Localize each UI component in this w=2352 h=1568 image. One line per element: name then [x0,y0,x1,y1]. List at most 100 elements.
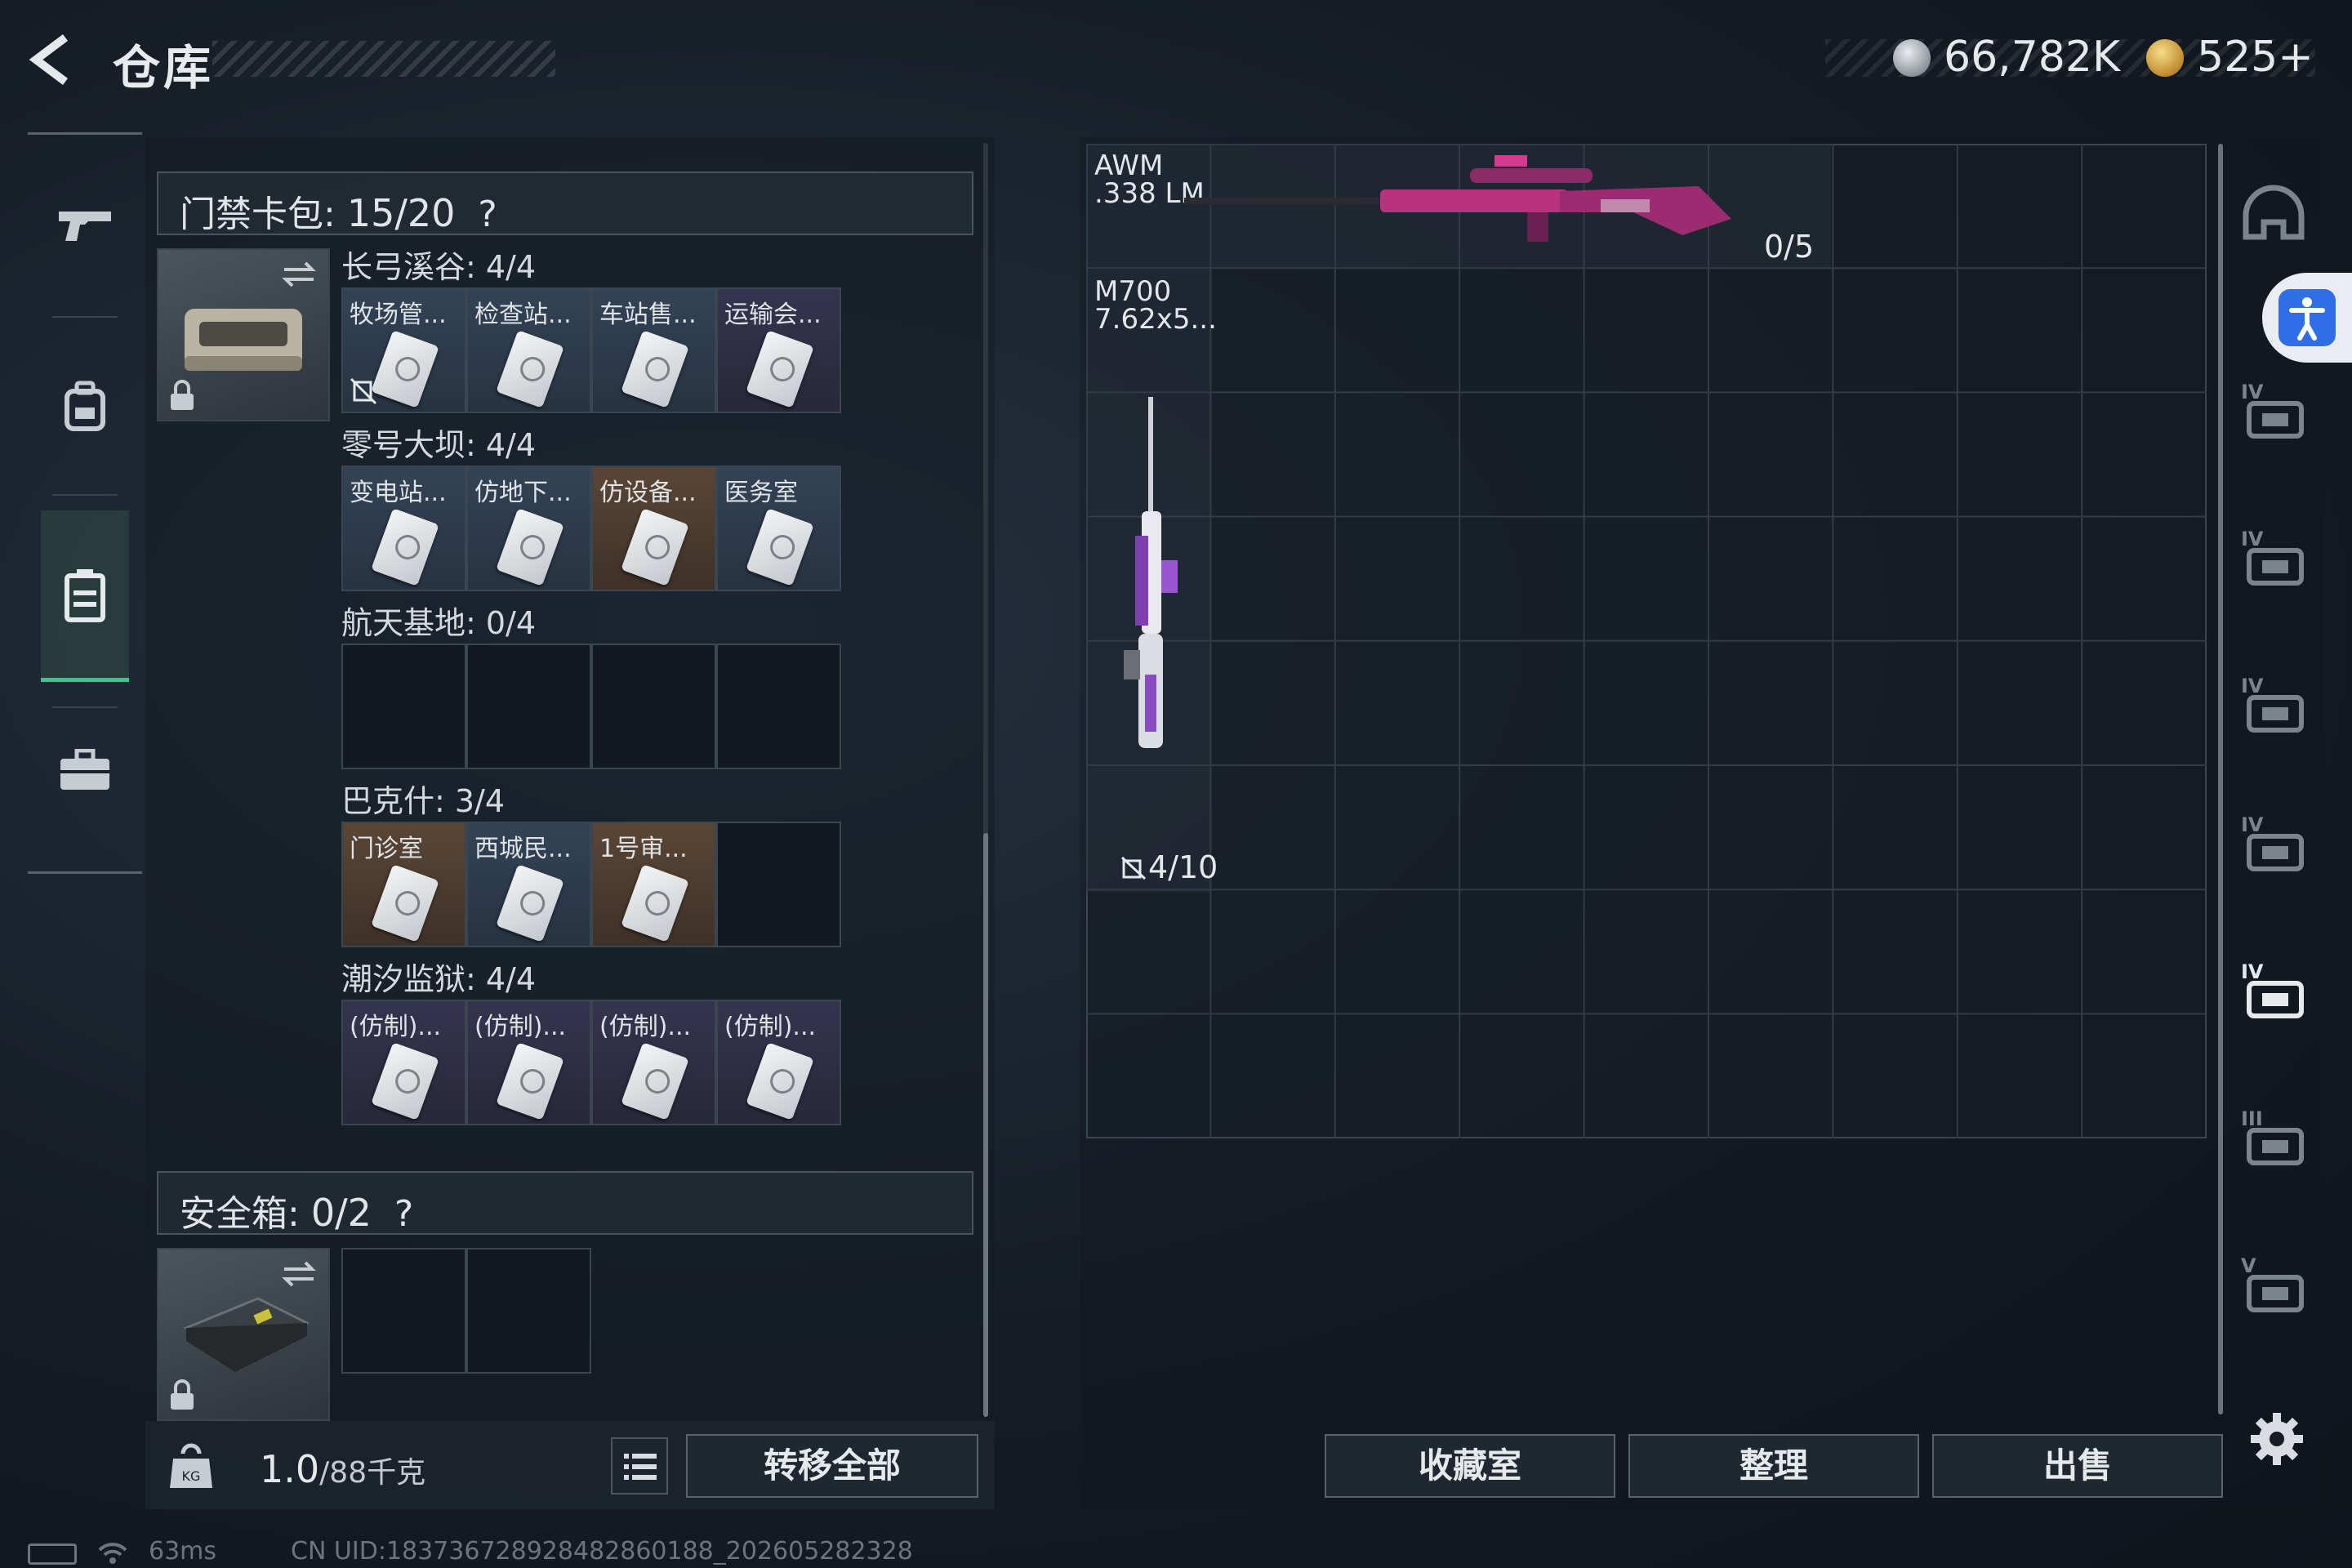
keycard-group-label: 潮汐监狱: 4/4 [341,961,537,997]
rifle-iv-icon[interactable]: IV [2234,956,2313,1034]
storage-grid-lines [1086,144,2207,1138]
keycard-slot[interactable]: (仿制)... [466,1000,591,1125]
keycard-slot-row [341,644,841,769]
keycard-slot[interactable]: 仿地下... [466,466,591,591]
uid-text: CN UID:18373672892848286018​8_2026052823… [291,1537,913,1566]
keycard-group-label: 长弓溪谷: 4/4 [341,249,537,285]
keycard-slot[interactable]: 车站售... [591,287,716,413]
keycard-slot-row: 门诊室 西城民... 1号审... [341,822,841,947]
safe-box-header: 安全箱: 0/2 ? [157,1171,973,1235]
keycard-pack-header: 门禁卡包: 15/20 ? [157,172,973,235]
safe-box-item[interactable] [157,1248,330,1421]
keycard-group-label: 巴克什: 3/4 [341,783,506,819]
empty-keycard-slot[interactable] [341,644,466,769]
organize-button[interactable]: 整理 [1628,1434,1919,1498]
kg-weight-icon: KG [170,1443,212,1488]
tier-label: IV [2241,813,2264,836]
keycard-icon [621,330,689,408]
armor-iv-icon-1[interactable]: IV [2234,376,2313,454]
keycard-name: 门诊室 [350,835,423,863]
safe-box-slot[interactable] [341,1248,466,1374]
keycard-slot-row: 变电站... 仿地下... 仿设备... 医务室 [341,466,841,591]
keycard-name: (仿制)... [350,1013,442,1041]
keycard-name: (仿制)... [474,1013,567,1041]
back-arrow-icon[interactable] [24,31,82,88]
keycard-icon [746,1042,814,1120]
toolbox-icon[interactable] [59,749,111,791]
keycard-name: 医务室 [724,479,798,507]
keycard-slot[interactable]: (仿制)... [716,1000,841,1125]
tier-label: IV [2241,675,2264,697]
awm-rifle-image [1184,155,1731,242]
sell-button[interactable]: 出售 [1932,1434,2223,1498]
weight-value: 1.0/88千克 [260,1447,426,1491]
left-scrollbar-thumb[interactable] [983,833,988,1417]
nav-divider [52,316,118,318]
keycard-slot[interactable]: 变电站... [341,466,466,591]
keycard-name: 运输会... [724,301,822,329]
chest-rig-iv-icon-1[interactable]: IV [2234,670,2313,748]
right-scrollbar[interactable] [2218,144,2223,1414]
empty-keycard-slot[interactable] [716,822,841,947]
rifle-iii-icon[interactable]: III [2234,1102,2313,1181]
page-title: 仓库 [113,40,215,96]
empty-keycard-slot[interactable] [466,644,591,769]
m700-rifle-image [1124,397,1178,748]
collection-room-button[interactable]: 收藏室 [1325,1434,1615,1498]
keycard-slot[interactable]: 门诊室 [341,822,466,947]
empty-keycard-slot[interactable] [716,644,841,769]
ping-text: 63ms [149,1537,217,1566]
transfer-all-button[interactable]: 转移全部 [686,1434,978,1498]
accessibility-icon[interactable] [2278,289,2336,346]
no-key-icon [350,377,377,405]
keycard-pack-help[interactable]: ? [478,194,497,235]
keycard-name: 仿地下... [474,479,572,507]
nav-divider [52,706,118,708]
category-nav [28,132,142,874]
device-v-icon[interactable]: V [2234,1250,2313,1328]
keycard-slot[interactable]: 西城民... [466,822,591,947]
safe-box-help[interactable]: ? [394,1193,413,1235]
keycard-slot[interactable]: 仿设备... [591,466,716,591]
title-decoration [212,41,555,77]
backpack-icon[interactable] [60,380,109,432]
chest-rig-iv-icon-2[interactable]: IV [2234,808,2313,887]
keycard-name: 仿设备... [599,479,697,507]
list-view-button[interactable] [611,1437,668,1494]
keycard-pack-item[interactable] [157,248,330,421]
keycard-icon [621,1042,689,1120]
keycard-slot[interactable]: 运输会... [716,287,841,413]
safe-box-slot[interactable] [466,1248,591,1374]
swap-icon[interactable] [279,1258,318,1290]
helmet-icon[interactable] [2234,180,2313,258]
keycard-slot[interactable]: 检查站... [466,287,591,413]
swap-icon[interactable] [279,258,318,291]
keycard-icon [746,330,814,408]
safe-box-image [183,1297,310,1372]
safe-box-label: 安全箱: [180,1193,300,1235]
keycard-slot[interactable]: (仿制)... [591,1000,716,1125]
keycard-name: 1号审... [599,835,688,863]
keycard-name: (仿制)... [724,1013,817,1041]
wifi-icon [98,1543,127,1564]
keycard-slot[interactable]: 医务室 [716,466,841,591]
keycard-slot[interactable]: (仿制)... [341,1000,466,1125]
gold-currency-value[interactable]: 525+ [2197,33,2314,82]
keycard-slot-row: (仿制)... (仿制)... (仿制)... (仿制)... [341,1000,841,1125]
armor-iv-icon-2[interactable]: IV [2234,523,2313,601]
safe-box-count: 0/2 [310,1191,372,1235]
empty-keycard-slot[interactable] [591,644,716,769]
silver-coin-icon [1893,39,1931,77]
keycard-icon [371,330,439,408]
tier-label: IV [2241,960,2264,983]
case-icon[interactable] [64,568,106,623]
keycard-pack-label: 门禁卡包: [180,194,336,235]
keycard-slot[interactable]: 1号审... [591,822,716,947]
keycard-icon [496,330,564,408]
settings-gear-icon[interactable] [2247,1410,2306,1468]
tier-label: V [2241,1254,2256,1277]
gun-icon[interactable] [56,200,114,249]
gold-coin-icon [2146,39,2184,77]
tier-label: IV [2241,381,2264,403]
keycard-group-label: 零号大坝: 4/4 [341,427,537,463]
